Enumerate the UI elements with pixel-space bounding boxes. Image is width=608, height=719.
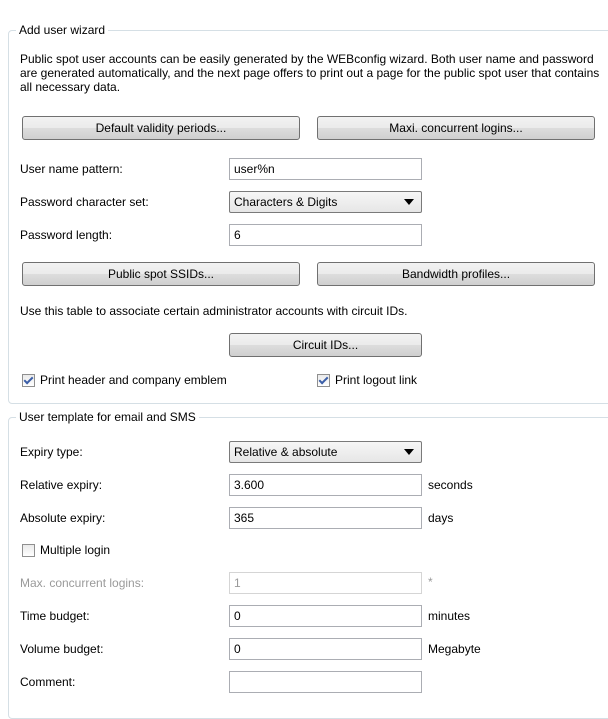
user-template-legend: User template for email and SMS xyxy=(16,409,199,425)
print-logout-checkbox[interactable] xyxy=(317,374,330,387)
password-charset-select[interactable]: Characters & Digits xyxy=(229,191,422,213)
absolute-expiry-unit: days xyxy=(428,511,454,525)
add-user-wizard-legend: Add user wizard xyxy=(16,22,109,38)
expiry-type-label: Expiry type: xyxy=(20,445,83,459)
username-pattern-input[interactable]: user%n xyxy=(229,158,422,180)
max-concurrent-logins-input: 1 xyxy=(229,572,422,594)
absolute-expiry-label: Absolute expiry: xyxy=(20,511,106,525)
print-logout-label[interactable]: Print logout link xyxy=(335,372,417,388)
bandwidth-profiles-button[interactable]: Bandwidth profiles... xyxy=(317,262,595,286)
multiple-login-label[interactable]: Multiple login xyxy=(40,542,110,558)
print-header-checkbox[interactable] xyxy=(22,374,35,387)
print-header-label[interactable]: Print header and company emblem xyxy=(40,372,227,388)
multiple-login-checkbox[interactable] xyxy=(22,544,35,557)
public-spot-ssids-button[interactable]: Public spot SSIDs... xyxy=(22,262,300,286)
max-concurrent-logins-button[interactable]: Maxi. concurrent logins... xyxy=(317,116,595,140)
chevron-down-icon xyxy=(404,199,414,205)
username-pattern-label: User name pattern: xyxy=(20,162,123,176)
circuit-ids-button[interactable]: Circuit IDs... xyxy=(229,333,422,357)
volume-budget-label: Volume budget: xyxy=(20,642,104,656)
time-budget-input[interactable]: 0 xyxy=(229,605,422,627)
circuit-ids-description: Use this table to associate certain admi… xyxy=(20,304,408,318)
password-length-label: Password length: xyxy=(20,228,113,242)
expiry-type-select[interactable]: Relative & absolute xyxy=(229,441,422,463)
max-concurrent-logins-unit: * xyxy=(428,575,433,589)
comment-label: Comment: xyxy=(20,675,76,689)
max-concurrent-logins-label: Max. concurrent logins: xyxy=(20,576,145,590)
relative-expiry-unit: seconds xyxy=(428,478,473,492)
wizard-description: Public spot user accounts can be easily … xyxy=(20,52,600,94)
volume-budget-input[interactable]: 0 xyxy=(229,638,422,660)
relative-expiry-label: Relative expiry: xyxy=(20,478,103,492)
time-budget-label: Time budget: xyxy=(20,609,90,623)
password-charset-label: Password character set: xyxy=(20,195,149,209)
chevron-down-icon xyxy=(404,449,414,455)
password-charset-value: Characters & Digits xyxy=(234,195,338,209)
volume-budget-unit: Megabyte xyxy=(428,642,481,656)
time-budget-unit: minutes xyxy=(428,609,471,623)
password-length-input[interactable]: 6 xyxy=(229,224,422,246)
relative-expiry-input[interactable]: 3.600 xyxy=(229,474,422,496)
comment-input[interactable] xyxy=(229,671,422,693)
expiry-type-value: Relative & absolute xyxy=(234,445,338,459)
absolute-expiry-input[interactable]: 365 xyxy=(229,507,422,529)
default-validity-periods-button[interactable]: Default validity periods... xyxy=(22,116,300,140)
